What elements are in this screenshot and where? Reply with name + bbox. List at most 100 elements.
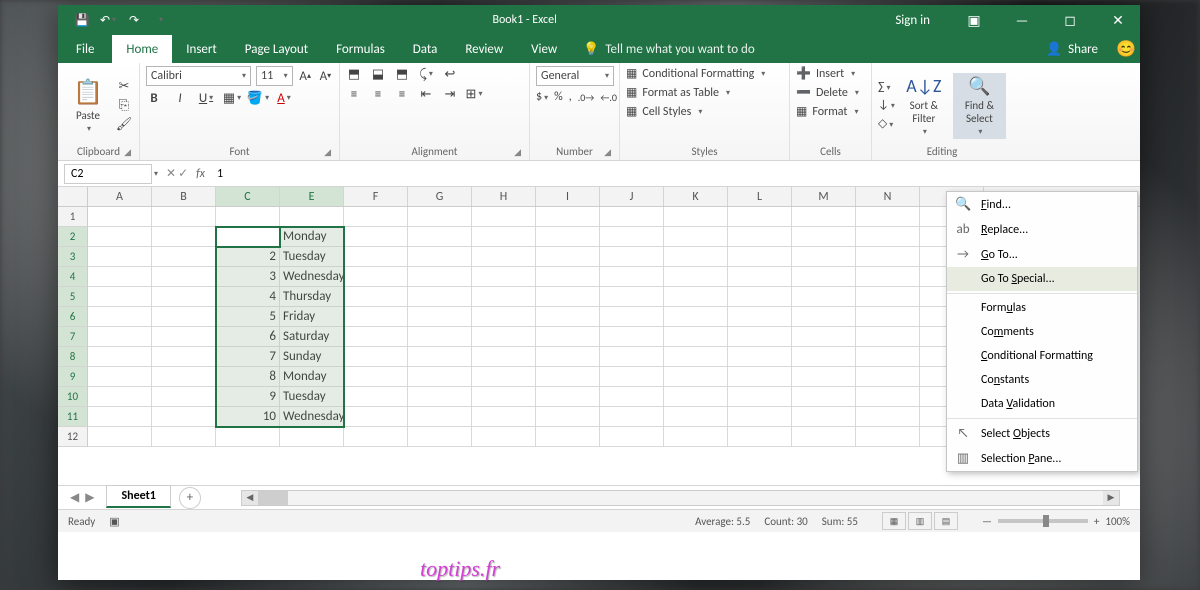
- row-header-3[interactable]: 3: [58, 247, 88, 267]
- align-middle-icon[interactable]: ⬓: [370, 66, 386, 82]
- cell-C7[interactable]: 6: [216, 327, 280, 347]
- cell-B7[interactable]: [152, 327, 216, 347]
- cell-J5[interactable]: [600, 287, 664, 307]
- cell-L6[interactable]: [728, 307, 792, 327]
- horizontal-scrollbar[interactable]: ◀▶: [241, 490, 1120, 506]
- sheet-prev-icon[interactable]: ◀: [70, 490, 79, 505]
- cell-E5[interactable]: Thursday: [280, 287, 344, 307]
- cell-K7[interactable]: [664, 327, 728, 347]
- cell-N5[interactable]: [856, 287, 920, 307]
- cell-H2[interactable]: [472, 227, 536, 247]
- cell-C4[interactable]: 3: [216, 267, 280, 287]
- row-header-6[interactable]: 6: [58, 307, 88, 327]
- zoom-slider[interactable]: [998, 519, 1088, 523]
- redo-button[interactable]: ↷: [122, 8, 146, 32]
- cell-G11[interactable]: [408, 407, 472, 427]
- sheet-next-icon[interactable]: ▶: [85, 490, 94, 505]
- cell-F3[interactable]: [344, 247, 408, 267]
- increase-indent-icon[interactable]: ⇥: [442, 86, 458, 102]
- tab-formulas[interactable]: Formulas: [322, 35, 399, 63]
- cell-C3[interactable]: 2: [216, 247, 280, 267]
- cell-J8[interactable]: [600, 347, 664, 367]
- fx-icon[interactable]: fx: [196, 167, 205, 181]
- align-bottom-icon[interactable]: ⬒: [394, 66, 410, 82]
- cell-B12[interactable]: [152, 427, 216, 447]
- cell-F11[interactable]: [344, 407, 408, 427]
- cell-F8[interactable]: [344, 347, 408, 367]
- column-header-F[interactable]: F: [344, 187, 408, 206]
- cell-G4[interactable]: [408, 267, 472, 287]
- cell-A6[interactable]: [88, 307, 152, 327]
- insert-cells-button[interactable]: ➕Insert▾: [796, 66, 865, 81]
- comma-button[interactable]: ,: [569, 90, 572, 104]
- row-header-11[interactable]: 11: [58, 407, 88, 427]
- cell-J1[interactable]: [600, 207, 664, 227]
- row-header-8[interactable]: 8: [58, 347, 88, 367]
- underline-button[interactable]: U▾: [198, 90, 214, 106]
- increase-decimal-icon[interactable]: .0→: [578, 91, 595, 104]
- cell-C9[interactable]: 8: [216, 367, 280, 387]
- column-header-J[interactable]: J: [600, 187, 664, 206]
- cell-N8[interactable]: [856, 347, 920, 367]
- cell-E10[interactable]: Tuesday: [280, 387, 344, 407]
- cell-A1[interactable]: [88, 207, 152, 227]
- cell-L12[interactable]: [728, 427, 792, 447]
- cell-B10[interactable]: [152, 387, 216, 407]
- tab-review[interactable]: Review: [451, 35, 517, 63]
- page-layout-view-icon[interactable]: ▥: [908, 512, 932, 530]
- cell-J3[interactable]: [600, 247, 664, 267]
- cell-G6[interactable]: [408, 307, 472, 327]
- cell-C5[interactable]: 4: [216, 287, 280, 307]
- cell-I8[interactable]: [536, 347, 600, 367]
- cell-K12[interactable]: [664, 427, 728, 447]
- cell-B5[interactable]: [152, 287, 216, 307]
- cell-K3[interactable]: [664, 247, 728, 267]
- menu-goto-special[interactable]: Go To Special...: [947, 267, 1137, 291]
- row-header-2[interactable]: 2: [58, 227, 88, 247]
- cell-styles-button[interactable]: ▦Cell Styles▾: [626, 104, 783, 119]
- cell-G9[interactable]: [408, 367, 472, 387]
- merge-center-icon[interactable]: ⊞▾: [466, 86, 482, 102]
- cell-M10[interactable]: [792, 387, 856, 407]
- row-header-1[interactable]: 1: [58, 207, 88, 227]
- italic-button[interactable]: I: [172, 90, 188, 106]
- tab-insert[interactable]: Insert: [172, 35, 231, 63]
- cell-L9[interactable]: [728, 367, 792, 387]
- cell-K6[interactable]: [664, 307, 728, 327]
- formula-input[interactable]: 1: [211, 167, 1140, 181]
- row-header-5[interactable]: 5: [58, 287, 88, 307]
- cell-A4[interactable]: [88, 267, 152, 287]
- cell-I7[interactable]: [536, 327, 600, 347]
- cell-L8[interactable]: [728, 347, 792, 367]
- cell-H3[interactable]: [472, 247, 536, 267]
- cell-J4[interactable]: [600, 267, 664, 287]
- menu-select-objects[interactable]: ↖Select Objects: [947, 421, 1137, 446]
- cell-B9[interactable]: [152, 367, 216, 387]
- cell-E12[interactable]: [280, 427, 344, 447]
- cell-M6[interactable]: [792, 307, 856, 327]
- cell-E9[interactable]: Monday: [280, 367, 344, 387]
- cell-N1[interactable]: [856, 207, 920, 227]
- align-center-icon[interactable]: ≡: [370, 86, 386, 102]
- share-button[interactable]: 👤 Share: [1032, 35, 1112, 63]
- cell-E3[interactable]: Tuesday: [280, 247, 344, 267]
- row-header-7[interactable]: 7: [58, 327, 88, 347]
- cell-G1[interactable]: [408, 207, 472, 227]
- cell-L7[interactable]: [728, 327, 792, 347]
- dialog-launcher-icon[interactable]: ◢: [124, 147, 131, 158]
- cell-H9[interactable]: [472, 367, 536, 387]
- cell-J7[interactable]: [600, 327, 664, 347]
- cell-E6[interactable]: Friday: [280, 307, 344, 327]
- row-header-9[interactable]: 9: [58, 367, 88, 387]
- cell-E2[interactable]: Monday: [280, 227, 344, 247]
- undo-button[interactable]: ↶▾: [96, 8, 120, 32]
- cell-M1[interactable]: [792, 207, 856, 227]
- cell-C11[interactable]: 10: [216, 407, 280, 427]
- cell-I5[interactable]: [536, 287, 600, 307]
- cell-I11[interactable]: [536, 407, 600, 427]
- column-header-G[interactable]: G: [408, 187, 472, 206]
- tab-file[interactable]: File: [58, 35, 112, 63]
- font-size-combo[interactable]: 11▾: [256, 66, 293, 86]
- format-as-table-button[interactable]: ▦Format as Table▾: [626, 85, 783, 100]
- clear-button[interactable]: ◇▾: [878, 116, 895, 131]
